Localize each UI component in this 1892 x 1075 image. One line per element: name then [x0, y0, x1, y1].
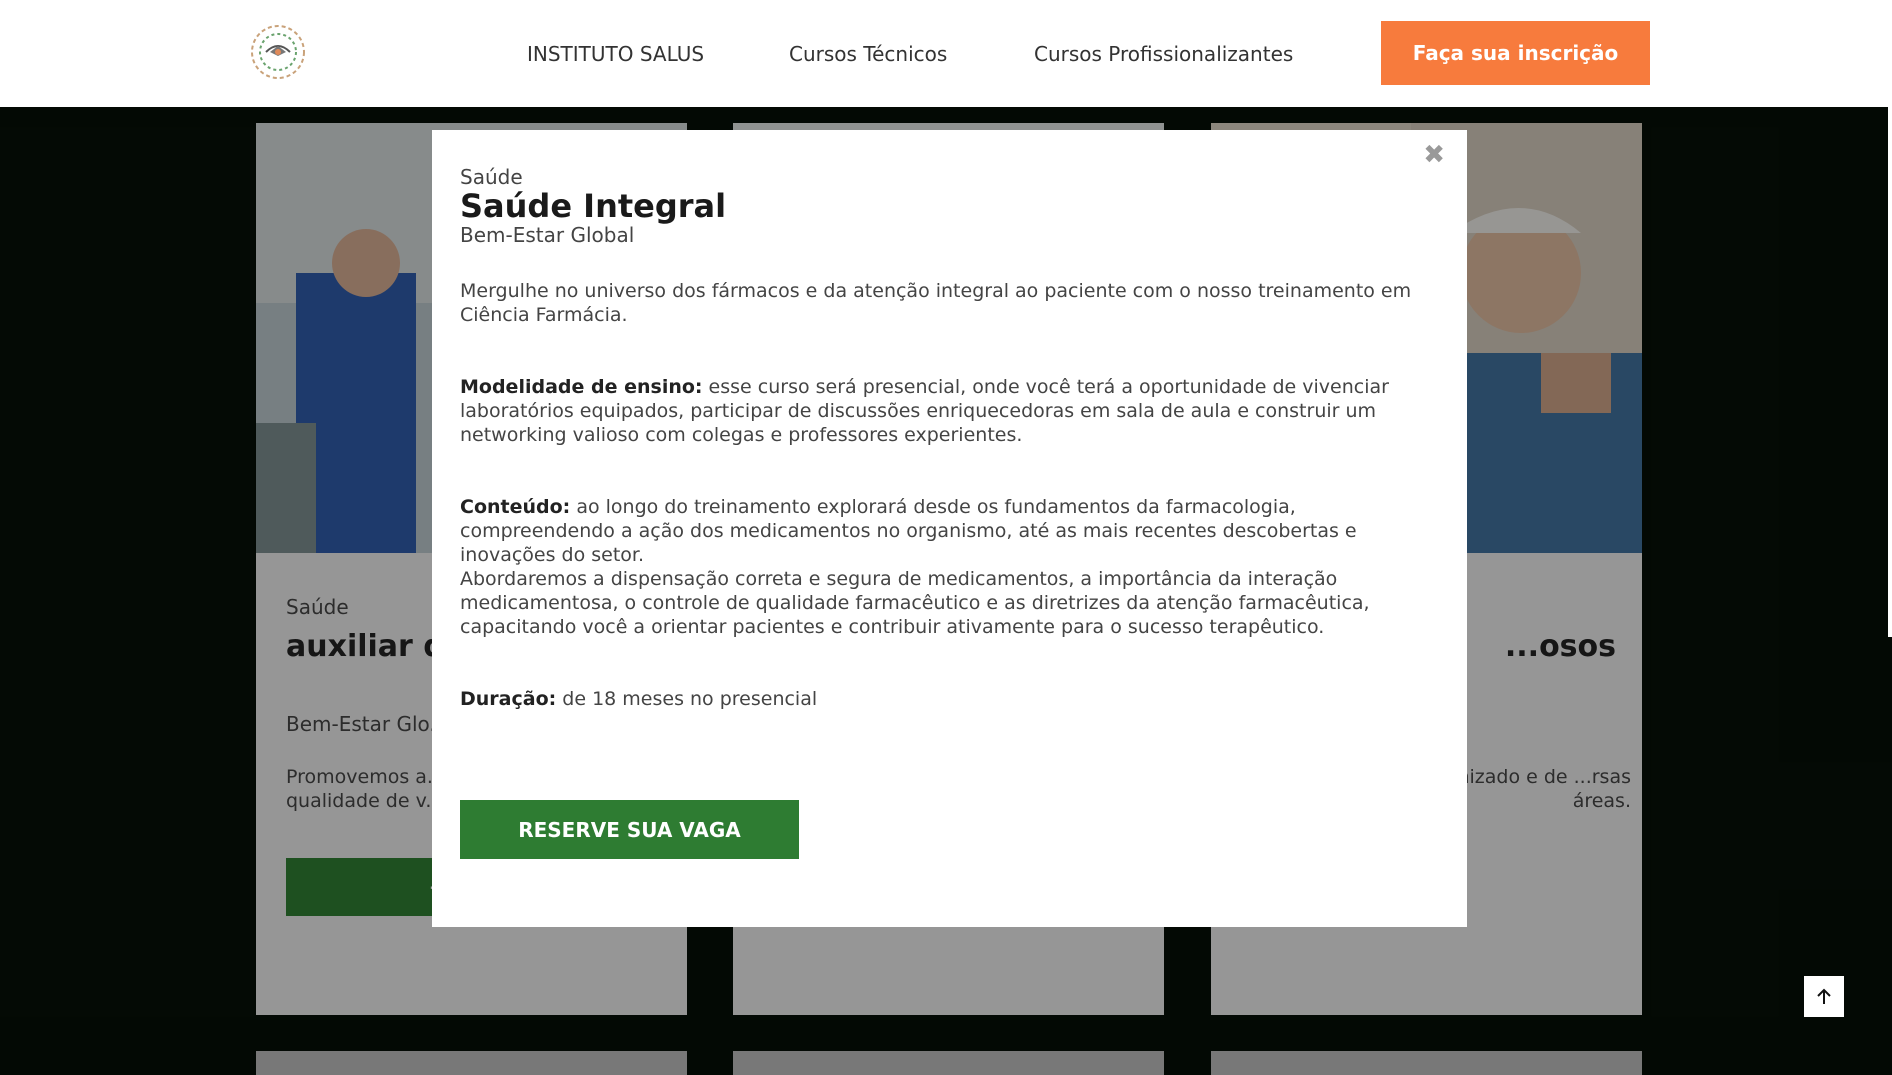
modal-title: Saúde Integral [460, 187, 727, 225]
duration-label: Duração: [460, 688, 557, 710]
nav-cursos-profissionalizantes[interactable]: Cursos Profissionalizantes [1034, 42, 1293, 66]
close-icon[interactable]: ✖ [1423, 142, 1445, 168]
institute-logo-icon[interactable] [248, 22, 308, 82]
content-label: Conteúdo: [460, 496, 571, 518]
content-text-2: Abordaremos a dispensação correta e segu… [460, 568, 1370, 638]
back-to-top-button[interactable] [1804, 976, 1844, 1017]
modal-subtitle: Bem-Estar Global [460, 223, 635, 247]
enroll-button[interactable]: Faça sua inscrição [1381, 21, 1650, 85]
nav-cursos-tecnicos[interactable]: Cursos Técnicos [789, 42, 947, 66]
modal-category: Saúde [460, 165, 523, 189]
duration-text: de 18 meses no presencial [556, 688, 818, 710]
modal-modality: Modelidade de ensino: esse curso será pr… [460, 375, 1435, 447]
nav-instituto-salus[interactable]: INSTITUTO SALUS [527, 42, 704, 66]
arrow-up-icon [1817, 988, 1831, 1004]
scrollbar[interactable] [1888, 107, 1892, 637]
modality-label: Modelidade de ensino: [460, 376, 703, 398]
modal-duration: Duração: de 18 meses no presencial [460, 687, 1435, 711]
site-header: INSTITUTO SALUS Cursos Técnicos Cursos P… [0, 0, 1892, 107]
reserve-button[interactable]: RESERVE SUA VAGA [460, 800, 799, 859]
content-text: ao longo do treinamento explorará desde … [460, 496, 1357, 566]
modal-intro: Mergulhe no universo dos fármacos e da a… [460, 280, 1412, 326]
modal-content: Conteúdo: ao longo do treinamento explor… [460, 495, 1435, 639]
course-detail-modal: ✖ Saúde Saúde Integral Bem-Estar Global … [432, 130, 1467, 927]
